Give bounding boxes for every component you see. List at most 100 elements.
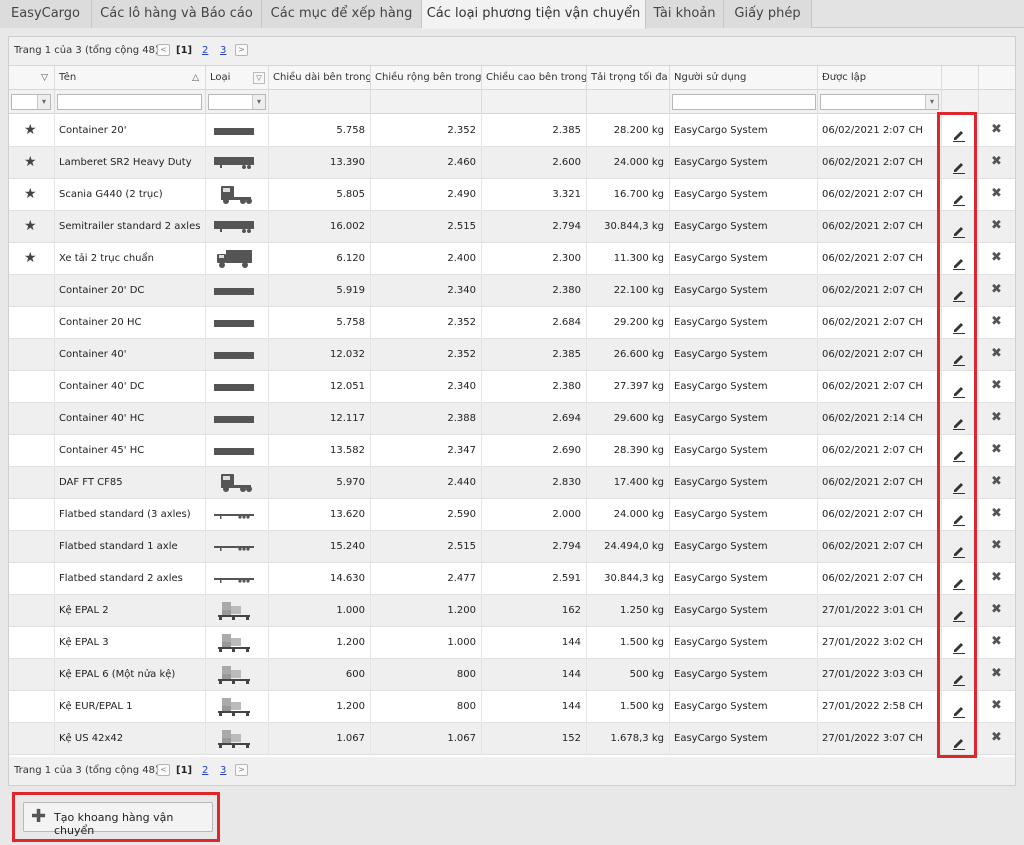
favorite-cell[interactable] xyxy=(9,307,55,339)
favorite-cell[interactable]: ★ xyxy=(9,179,55,211)
favorite-cell[interactable] xyxy=(9,339,55,371)
edit-pencil-icon[interactable] xyxy=(952,220,966,239)
delete-x-icon[interactable]: ✖ xyxy=(991,250,1002,266)
name-filter-input[interactable] xyxy=(57,94,202,110)
pager-page-3-link[interactable]: 3 xyxy=(220,765,226,776)
table-row[interactable]: Container 45' HC 13.582 2.347 2.690 28.390 k… xyxy=(9,435,1015,467)
edit-pencil-icon[interactable] xyxy=(952,124,966,143)
table-row[interactable]: Kệ EPAL 3 1.200 1.000 144 1.500 kg EasyCargo … xyxy=(9,627,1015,659)
table-row[interactable]: Container 20' DC 5.919 2.340 2.380 22.100 kg… xyxy=(9,275,1015,307)
edit-pencil-icon[interactable] xyxy=(952,508,966,527)
table-row[interactable]: DAF FT CF85 5.970 2.440 2.830 17.400 kg EasyC… xyxy=(9,467,1015,499)
favorite-cell[interactable]: ★ xyxy=(9,115,55,147)
delete-x-icon[interactable]: ✖ xyxy=(991,698,1002,714)
delete-x-icon[interactable]: ✖ xyxy=(991,122,1002,138)
header-width[interactable]: Chiều rộng bên trong xyxy=(371,66,482,90)
tab-4[interactable]: Tài khoản xyxy=(646,0,724,28)
edit-pencil-icon[interactable] xyxy=(952,572,966,591)
table-row[interactable]: ★ Scania G440 (2 trục) 5.805 2.490 3.321 16.7… xyxy=(9,179,1015,211)
favorite-cell[interactable] xyxy=(9,659,55,691)
favorite-cell[interactable] xyxy=(9,723,55,755)
delete-x-icon[interactable]: ✖ xyxy=(991,186,1002,202)
delete-x-icon[interactable]: ✖ xyxy=(991,474,1002,490)
delete-x-icon[interactable]: ✖ xyxy=(991,282,1002,298)
pager-next-button[interactable]: > xyxy=(235,764,248,776)
favorite-cell[interactable] xyxy=(9,595,55,627)
header-created[interactable]: Được lập xyxy=(818,66,942,90)
table-row[interactable]: Container 20 HC 5.758 2.352 2.684 29.200 kg E… xyxy=(9,307,1015,339)
delete-x-icon[interactable]: ✖ xyxy=(991,218,1002,234)
pager-page-2-link[interactable]: 2 xyxy=(202,765,208,776)
edit-pencil-icon[interactable] xyxy=(952,412,966,431)
delete-x-icon[interactable]: ✖ xyxy=(991,602,1002,618)
delete-x-icon[interactable]: ✖ xyxy=(991,570,1002,586)
tab-0[interactable]: EasyCargo xyxy=(0,0,92,28)
header-length[interactable]: Chiều dài bên trong xyxy=(269,66,371,90)
favorite-filter-dropdown[interactable]: ▾ xyxy=(11,94,51,110)
star-icon[interactable]: ★ xyxy=(24,123,37,137)
pager-prev-button[interactable]: < xyxy=(157,764,170,776)
header-payload[interactable]: Tải trọng tối đa xyxy=(587,66,670,90)
favorite-cell[interactable] xyxy=(9,627,55,659)
table-row[interactable]: ★ Container 20' 5.758 2.352 2.385 28.200 kg Ea… xyxy=(9,115,1015,147)
edit-pencil-icon[interactable] xyxy=(952,636,966,655)
favorite-cell[interactable] xyxy=(9,467,55,499)
table-row[interactable]: Container 40' DC 12.051 2.340 2.380 27.397 k… xyxy=(9,371,1015,403)
delete-x-icon[interactable]: ✖ xyxy=(991,442,1002,458)
header-type[interactable]: Loại ▽ xyxy=(206,66,269,90)
table-row[interactable]: ★ Xe tải 2 trục chuẩn 6.120 2.400 2.300 11.30… xyxy=(9,243,1015,275)
star-icon[interactable]: ★ xyxy=(24,187,37,201)
delete-x-icon[interactable]: ✖ xyxy=(991,506,1002,522)
favorite-cell[interactable] xyxy=(9,435,55,467)
edit-pencil-icon[interactable] xyxy=(952,604,966,623)
table-row[interactable]: Kệ EPAL 2 1.000 1.200 162 1.250 kg EasyCargo … xyxy=(9,595,1015,627)
table-row[interactable]: Container 40' HC 12.117 2.388 2.694 29.600 k… xyxy=(9,403,1015,435)
table-row[interactable]: Flatbed standard 1 axle 15.240 2.515 2.794 2… xyxy=(9,531,1015,563)
user-filter-input[interactable] xyxy=(672,94,816,110)
table-row[interactable]: Container 40' 12.032 2.352 2.385 26.600 kg Ea… xyxy=(9,339,1015,371)
star-icon[interactable]: ★ xyxy=(24,219,37,233)
table-row[interactable]: Kệ EPAL 6 (Một nửa kệ) 600 800 144 500 kg Eas… xyxy=(9,659,1015,691)
tab-1[interactable]: Các lô hàng và Báo cáo xyxy=(92,0,262,28)
star-icon[interactable]: ★ xyxy=(24,251,37,265)
delete-x-icon[interactable]: ✖ xyxy=(991,666,1002,682)
star-icon[interactable]: ★ xyxy=(24,155,37,169)
edit-pencil-icon[interactable] xyxy=(952,252,966,271)
edit-pencil-icon[interactable] xyxy=(952,668,966,687)
header-user[interactable]: Người sử dụng xyxy=(670,66,818,90)
pager-page-2-link[interactable]: 2 xyxy=(202,45,208,56)
edit-pencil-icon[interactable] xyxy=(952,348,966,367)
favorite-cell[interactable] xyxy=(9,499,55,531)
edit-pencil-icon[interactable] xyxy=(952,316,966,335)
header-height[interactable]: Chiều cao bên trong xyxy=(482,66,587,90)
favorite-cell[interactable] xyxy=(9,531,55,563)
delete-x-icon[interactable]: ✖ xyxy=(991,538,1002,554)
edit-pencil-icon[interactable] xyxy=(952,188,966,207)
favorite-cell[interactable] xyxy=(9,563,55,595)
type-filter-dropdown[interactable]: ▾ xyxy=(208,94,266,110)
edit-pencil-icon[interactable] xyxy=(952,540,966,559)
table-row[interactable]: Flatbed standard (3 axles) 13.620 2.590 2.0… xyxy=(9,499,1015,531)
favorite-cell[interactable] xyxy=(9,691,55,723)
table-row[interactable]: ★ Lamberet SR2 Heavy Duty 13.390 2.460 2.600… xyxy=(9,147,1015,179)
header-name[interactable]: Tên △ xyxy=(55,66,206,90)
edit-pencil-icon[interactable] xyxy=(952,476,966,495)
delete-x-icon[interactable]: ✖ xyxy=(991,634,1002,650)
edit-pencil-icon[interactable] xyxy=(952,732,966,751)
tab-3[interactable]: Các loại phương tiện vận chuyển xyxy=(422,0,646,29)
edit-pencil-icon[interactable] xyxy=(952,284,966,303)
table-row[interactable]: ★ Semitrailer standard 2 axles 16.002 2.515… xyxy=(9,211,1015,243)
favorite-cell[interactable] xyxy=(9,275,55,307)
created-filter-dropdown[interactable]: ▾ xyxy=(820,94,939,110)
delete-x-icon[interactable]: ✖ xyxy=(991,378,1002,394)
pager-next-button[interactable]: > xyxy=(235,44,248,56)
create-cargo-space-button[interactable]: ✚ Tạo khoang hàng vận chuyển xyxy=(23,802,213,837)
table-row[interactable]: Kệ EUR/EPAL 1 1.200 800 144 1.500 kg EasyCarg… xyxy=(9,691,1015,723)
favorite-cell[interactable] xyxy=(9,403,55,435)
favorite-cell[interactable]: ★ xyxy=(9,147,55,179)
tab-2[interactable]: Các mục để xếp hàng xyxy=(262,0,422,28)
favorite-cell[interactable] xyxy=(9,371,55,403)
edit-pencil-icon[interactable] xyxy=(952,380,966,399)
pager-page-3-link[interactable]: 3 xyxy=(220,45,226,56)
edit-pencil-icon[interactable] xyxy=(952,444,966,463)
